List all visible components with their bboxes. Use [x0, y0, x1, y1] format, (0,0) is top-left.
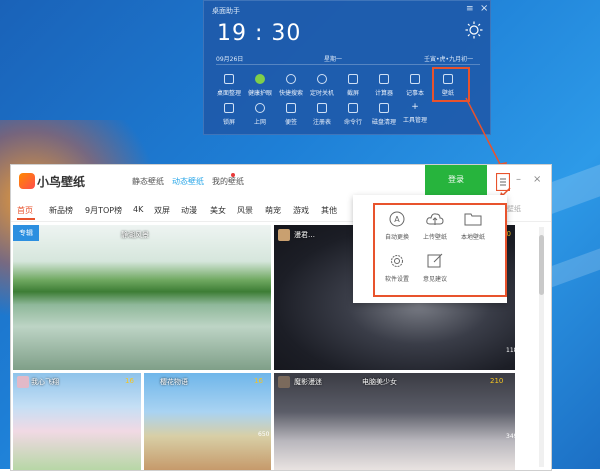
folder-icon — [464, 213, 482, 226]
minimize-icon[interactable]: – — [516, 174, 521, 185]
eye-icon — [255, 74, 265, 84]
likes-count: 210 — [490, 377, 504, 385]
divider — [216, 64, 480, 65]
login-button[interactable]: 登录 — [425, 165, 487, 195]
category-beauty[interactable]: 美女 — [210, 205, 226, 216]
tile-caption: 漫君… — [294, 231, 315, 239]
feedback-edit-icon — [427, 253, 443, 268]
avatar — [278, 376, 290, 388]
tool-quick-search[interactable]: 快捷搜索 — [276, 74, 306, 97]
upload-cloud-icon — [426, 213, 444, 225]
registry-icon — [317, 103, 327, 113]
wallpaper-tile[interactable]: 专辑 静湖风景 — [13, 225, 271, 370]
favorite-count: 118 — [506, 347, 515, 354]
category-games[interactable]: 游戏 — [293, 205, 309, 216]
active-category-underline — [17, 218, 35, 220]
category-top[interactable]: 9月TOP榜 — [85, 205, 122, 216]
terminal-icon — [348, 103, 358, 113]
tool-notepad[interactable]: 记事本 — [400, 74, 430, 97]
tool-sticky-note[interactable]: 便签 — [276, 103, 306, 126]
tile-caption: 我心飞翔 — [31, 378, 59, 386]
category-pets[interactable]: 萌宠 — [265, 205, 281, 216]
likes-count: 16 — [125, 377, 134, 385]
likes-count: 16 — [254, 377, 263, 385]
tab-static-wallpaper[interactable]: 静态壁纸 — [132, 176, 164, 187]
tile-caption: 樱花物语 — [160, 378, 188, 386]
assistant-close-icon[interactable]: × — [480, 3, 488, 14]
settings-gear-icon — [391, 255, 403, 267]
tool-eye-care[interactable]: 健康护眼 — [245, 74, 275, 97]
settings-dropdown-menu: A 自动更换 上传壁纸 本地壁纸 软件设置 意见建议 — [353, 195, 507, 303]
auto-change-icon: A — [389, 211, 405, 227]
avatar — [17, 376, 29, 388]
tool-disk-cleanup[interactable]: 磁盘清理 — [369, 103, 399, 126]
favorite-count: 650 — [258, 431, 270, 438]
sticky-note-icon — [286, 103, 296, 113]
category-dual-screen[interactable]: 双屏 — [154, 205, 170, 216]
tile-caption-secondary: 电脑美少女 — [362, 378, 397, 386]
assistant-title: 桌面助手 — [212, 7, 240, 15]
menu-item-feedback[interactable]: 意见建议 — [413, 253, 457, 283]
close-icon[interactable]: × — [533, 174, 541, 185]
notepad-icon — [410, 74, 420, 84]
calculator-icon — [379, 74, 389, 84]
crop-icon — [348, 74, 358, 84]
category-4k[interactable]: 4K — [133, 205, 143, 214]
category-new[interactable]: 新品榜 — [49, 205, 73, 216]
wallpaper-tile[interactable]: 樱花物语 16 650 — [144, 373, 271, 470]
power-icon — [317, 74, 327, 84]
wallpaper-tile[interactable]: 我心飞翔 16 — [13, 373, 141, 470]
tool-internet[interactable]: 上网 — [245, 103, 275, 126]
calendar-date: 09月26日 — [216, 56, 244, 63]
tab-my-wallpaper[interactable]: 我的壁纸 — [212, 176, 244, 187]
category-scenery[interactable]: 风景 — [237, 205, 253, 216]
svg-text:A: A — [394, 215, 400, 224]
lock-icon — [224, 103, 234, 113]
album-tag: 专辑 — [13, 225, 39, 241]
lunar-date: 壬寅•虎•九月初一 — [424, 56, 474, 63]
app-titlebar: 小鸟壁纸 静态壁纸 动态壁纸 我的壁纸 登录 – × — [11, 165, 551, 197]
avatar — [278, 229, 290, 241]
category-anime[interactable]: 动漫 — [181, 205, 197, 216]
tool-manage-tools[interactable]: + 工具管理 — [400, 102, 430, 125]
scrollbar-thumb[interactable] — [539, 235, 544, 295]
disk-icon — [379, 103, 389, 113]
search-icon — [286, 74, 296, 84]
menu-item-local-wallpaper[interactable]: 本地壁纸 — [451, 211, 495, 241]
notification-dot — [231, 173, 235, 177]
tile-caption: 魔影漫迷 — [294, 378, 322, 386]
assistant-menu-icon[interactable]: ≡ — [466, 4, 474, 14]
category-other[interactable]: 其他 — [321, 205, 337, 216]
desktop-icon — [224, 74, 234, 84]
tool-timed-shutdown[interactable]: 定时关机 — [307, 74, 337, 97]
weather-sun-icon[interactable] — [465, 21, 483, 39]
calendar-weekday: 星期一 — [324, 56, 343, 63]
favorite-count: 349 — [506, 433, 515, 440]
plus-icon: + — [411, 102, 419, 112]
tool-screenshot[interactable]: 截屏 — [338, 74, 368, 97]
tool-desktop-organize[interactable]: 桌面整理 — [214, 74, 244, 97]
wallpaper-tile[interactable]: 魔影漫迷 电脑美少女 210 349 — [274, 373, 515, 470]
tool-command-line[interactable]: 命令行 — [338, 103, 368, 126]
category-home[interactable]: 首页 — [17, 205, 33, 216]
tile-caption: 静湖风景 — [121, 231, 149, 239]
globe-icon — [255, 103, 265, 113]
app-logo-text: 小鸟壁纸 — [37, 175, 86, 189]
tab-live-wallpaper[interactable]: 动态壁纸 — [172, 176, 204, 187]
desktop-assistant-panel: 桌面助手 ≡ × 19 : 30 09月26日 星期一 壬寅•虎•九月初一 桌面… — [203, 0, 491, 135]
tool-lock-screen[interactable]: 锁屏 — [214, 103, 244, 126]
app-logo-icon — [19, 173, 35, 189]
tool-registry[interactable]: 注册表 — [307, 103, 337, 126]
tool-calculator[interactable]: 计算器 — [369, 74, 399, 97]
clock-time: 19 : 30 — [217, 21, 302, 46]
search-input[interactable]: 壁纸 — [507, 204, 521, 214]
